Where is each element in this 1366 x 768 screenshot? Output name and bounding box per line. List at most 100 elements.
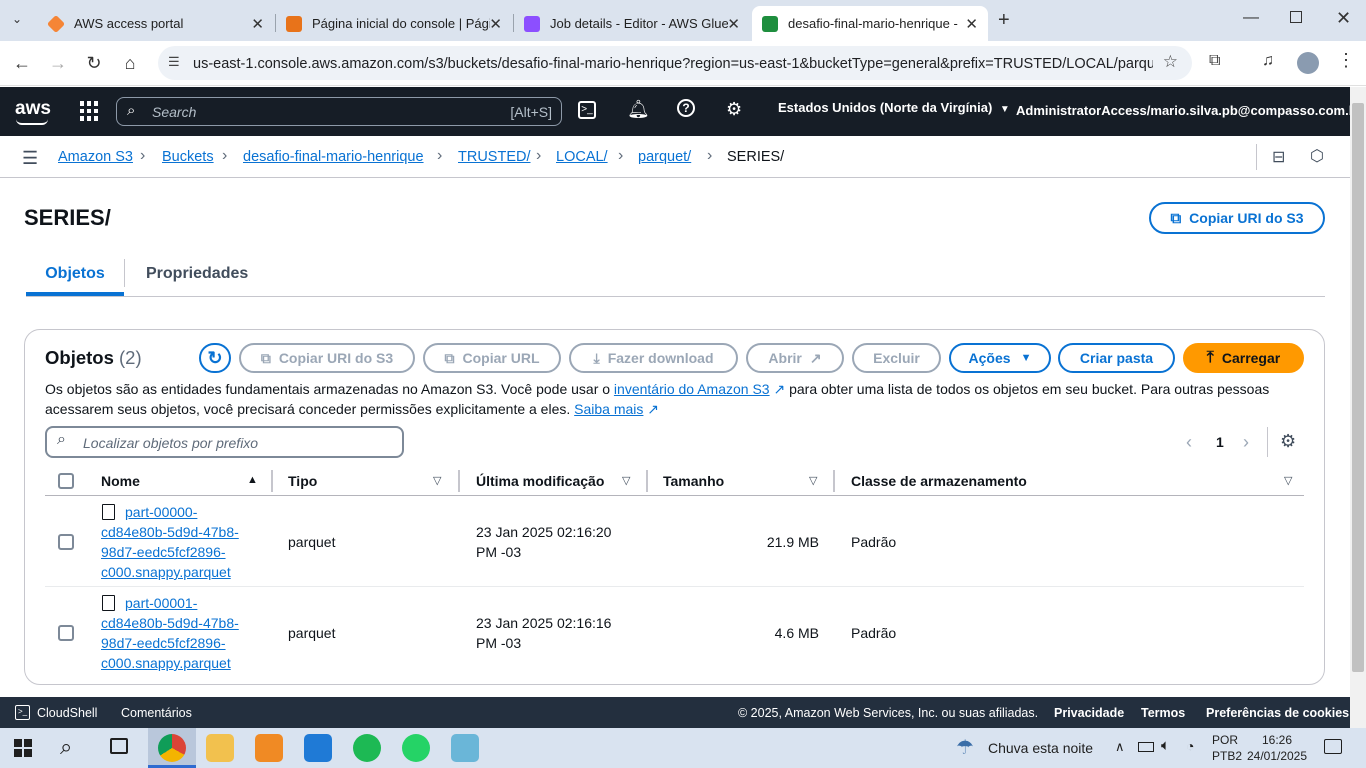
browser-tab-glue-job[interactable]: Job details - Editor - AWS Glue ✕ [514, 6, 750, 41]
copy-s3-uri-button[interactable]: ⧉ Copiar URI do S3 [239, 343, 415, 373]
notes-app-icon[interactable] [451, 734, 479, 762]
object-name-link[interactable]: part-00000- cd84e80b-5d9d-47b8- 98d7-eed… [101, 502, 261, 582]
back-icon[interactable]: ← [10, 51, 34, 75]
row-checkbox[interactable] [58, 534, 74, 550]
comments-footer-link[interactable]: Comentários [121, 706, 192, 720]
next-page-icon[interactable]: › [1243, 432, 1249, 453]
sort-icon[interactable]: ▽ [809, 474, 817, 487]
column-header-name[interactable]: Nome [101, 473, 140, 489]
cloudshell-icon[interactable]: >_ [578, 101, 596, 119]
browser-tab-aws-access-portal[interactable]: AWS access portal ✕ [38, 6, 274, 41]
forward-icon[interactable]: → [46, 51, 70, 75]
create-folder-button[interactable]: Criar pasta [1058, 343, 1175, 373]
notifications-bell-icon[interactable]: 🔔︎ [627, 99, 650, 120]
vscode-icon[interactable] [304, 734, 332, 762]
cookie-preferences-link[interactable]: Preferências de cookies [1206, 706, 1349, 720]
close-tab-icon[interactable]: ✕ [251, 15, 264, 33]
search-icon[interactable]: ⌕ [60, 734, 72, 760]
feedback-icon[interactable]: ⬡ [1310, 146, 1324, 166]
task-view-icon[interactable] [110, 738, 128, 754]
media-player-icon[interactable] [255, 734, 283, 762]
info-panel-icon[interactable]: ⊟ [1272, 147, 1285, 167]
prefix-search-input[interactable]: ⌕ Localizar objetos por prefixo [45, 426, 404, 458]
privacy-link[interactable]: Privacidade [1054, 706, 1124, 720]
media-controls-icon[interactable]: ♫ [1262, 52, 1274, 70]
account-menu[interactable]: AdministratorAccess/mario.silva.pb@compa… [1016, 103, 1366, 118]
column-header-storage-class[interactable]: Classe de armazenamento [851, 473, 1027, 489]
tab-objetos[interactable]: Objetos [26, 262, 124, 296]
s3-inventory-link[interactable]: inventário do Amazon S3 [614, 381, 770, 397]
upload-button[interactable]: ⤒ Carregar [1183, 343, 1304, 373]
services-grid-icon[interactable] [80, 101, 100, 121]
learn-more-link[interactable]: Saiba mais [574, 401, 643, 417]
select-all-checkbox[interactable] [58, 473, 74, 489]
browser-menu-icon[interactable]: ⋮ [1337, 50, 1355, 71]
breadcrumb-buckets[interactable]: Buckets [162, 149, 214, 165]
address-bar[interactable]: ☰ us-east-1.console.aws.amazon.com/s3/bu… [158, 46, 1192, 80]
notification-center-icon[interactable] [1324, 739, 1342, 754]
close-tab-icon[interactable]: ✕ [965, 15, 978, 33]
copy-s3-uri-header-button[interactable]: ⧉ Copiar URI do S3 [1149, 202, 1325, 234]
breadcrumb-bucket[interactable]: desafio-final-mario-henrique [243, 149, 424, 165]
extensions-icon[interactable]: ⧉ [1209, 52, 1220, 70]
actions-dropdown[interactable]: Ações ▼ [949, 343, 1051, 373]
close-tab-icon[interactable]: ✕ [489, 15, 502, 33]
region-selector[interactable]: Estados Unidos (Norte da Virgínia) ▼ [778, 100, 1010, 115]
row-checkbox[interactable] [58, 625, 74, 641]
file-explorer-icon[interactable] [206, 734, 234, 762]
download-button[interactable]: ⤓ Fazer download [569, 343, 738, 373]
column-header-size[interactable]: Tamanho [663, 473, 724, 489]
close-window-icon[interactable]: ✕ [1336, 8, 1351, 29]
clock[interactable]: 16:26 24/01/2025 [1246, 732, 1308, 764]
scrollbar-thumb[interactable] [1352, 103, 1364, 672]
open-button[interactable]: Abrir ↗ [746, 343, 844, 373]
aws-search-input[interactable]: ⌕ Search [Alt+S] [116, 97, 562, 126]
breadcrumb-parquet[interactable]: parquet/ [638, 149, 691, 165]
aws-logo[interactable]: aws [15, 98, 51, 120]
battery-icon[interactable] [1138, 742, 1154, 752]
whatsapp-icon[interactable] [402, 734, 430, 762]
prev-page-icon[interactable]: ‹ [1186, 432, 1192, 453]
cloudshell-footer-icon[interactable]: >_ [15, 705, 30, 720]
site-info-icon[interactable]: ☰ [168, 54, 180, 70]
browser-tab-console-home[interactable]: Página inicial do console | Págin ✕ [276, 6, 512, 41]
object-name-link[interactable]: part-00001- cd84e80b-5d9d-47b8- 98d7-eed… [101, 593, 261, 673]
side-nav-menu-icon[interactable]: ☰ [22, 148, 38, 169]
bookmark-star-icon[interactable]: ☆ [1163, 52, 1178, 72]
delete-button[interactable]: Excluir [852, 343, 941, 373]
tab-search-button[interactable]: ⌄ [12, 12, 22, 26]
help-icon[interactable]: ? [677, 99, 695, 117]
tray-overflow-icon[interactable]: ∧ [1115, 739, 1125, 755]
home-icon[interactable]: ⌂ [118, 51, 142, 75]
minimize-window-icon[interactable]: — [1243, 9, 1259, 27]
tab-propriedades[interactable]: Propriedades [146, 265, 248, 283]
restore-window-icon[interactable] [1290, 11, 1302, 23]
breadcrumb-amazon-s3[interactable]: Amazon S3 [58, 149, 133, 165]
input-language[interactable]: POR PTB2 [1212, 732, 1242, 764]
breadcrumb-trusted[interactable]: TRUSTED/ [458, 149, 531, 165]
new-tab-icon[interactable]: + [998, 9, 1010, 32]
page-number[interactable]: 1 [1216, 434, 1224, 450]
browser-tab-s3-bucket[interactable]: desafio-final-mario-henrique - ✕ [752, 6, 988, 41]
refresh-button[interactable]: ↻ [199, 343, 231, 373]
volume-icon[interactable]: 🔈︎ [1161, 737, 1170, 754]
copy-url-button[interactable]: ⧉ Copiar URL [423, 343, 561, 373]
sort-icon[interactable]: ▽ [433, 474, 441, 487]
sort-ascending-icon[interactable]: ▲ [247, 474, 258, 486]
cloudshell-footer-link[interactable]: CloudShell [37, 706, 97, 720]
network-icon[interactable]: ◔ [1186, 738, 1194, 754]
table-preferences-gear-icon[interactable]: ⚙ [1280, 431, 1296, 452]
weather-icon[interactable]: ☂ [956, 735, 974, 760]
reload-icon[interactable]: ↻ [82, 51, 106, 75]
breadcrumb-local[interactable]: LOCAL/ [556, 149, 608, 165]
sort-icon[interactable]: ▽ [622, 474, 630, 487]
profile-avatar[interactable] [1297, 52, 1319, 74]
spotify-icon[interactable] [353, 734, 381, 762]
column-header-last-modified[interactable]: Última modificação [476, 473, 604, 489]
close-tab-icon[interactable]: ✕ [727, 15, 740, 33]
sort-icon[interactable]: ▽ [1284, 474, 1292, 487]
windows-start-icon[interactable] [14, 739, 32, 757]
weather-text[interactable]: Chuva esta noite [988, 740, 1093, 756]
terms-link[interactable]: Termos [1141, 706, 1185, 720]
column-header-type[interactable]: Tipo [288, 473, 317, 489]
